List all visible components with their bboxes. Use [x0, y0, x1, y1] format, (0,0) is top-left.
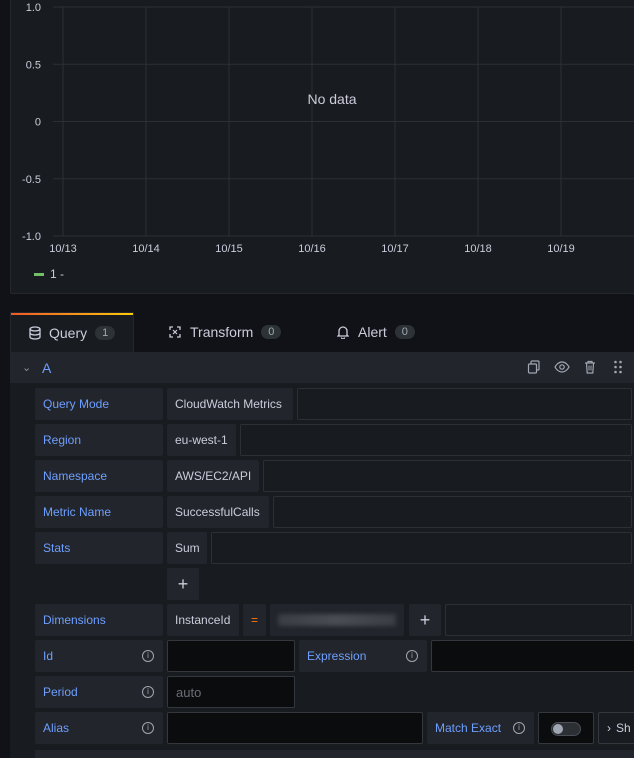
- x-tick-label: 10/17: [381, 243, 409, 255]
- x-tick-label: 10/18: [464, 243, 492, 255]
- stats-select[interactable]: Sum: [167, 532, 207, 564]
- editor-tabs: Query 1 Transform 0 Alert 0: [10, 312, 634, 352]
- toggle-knob: [553, 724, 563, 734]
- query-mode-filler: [297, 388, 632, 420]
- region-filler: [240, 424, 632, 456]
- dimension-value-select[interactable]: [270, 604, 404, 636]
- x-tick-label: 10/19: [547, 243, 575, 255]
- query-editor: ⌄ A Query Mode CloudWatch Metrics Region…: [10, 352, 634, 758]
- id-label: Id i: [35, 640, 163, 672]
- duplicate-icon[interactable]: [526, 359, 542, 375]
- x-tick-label: 10/14: [132, 243, 160, 255]
- chevron-down-icon[interactable]: ⌄: [22, 361, 31, 374]
- legend-label: 1 -: [50, 267, 65, 281]
- add-dimension-button[interactable]: +: [409, 604, 441, 636]
- info-icon[interactable]: i: [513, 722, 525, 734]
- y-tick-label: 1.0: [26, 2, 41, 14]
- alias-label-text: Alias: [43, 721, 70, 735]
- dimension-key-select[interactable]: InstanceId: [167, 604, 239, 636]
- expression-label-text: Expression: [307, 649, 367, 663]
- metric-name-label: Metric Name: [35, 496, 163, 528]
- drag-handle-icon[interactable]: [610, 359, 626, 375]
- stats-filler: [211, 532, 632, 564]
- namespace-row: Namespace AWS/EC2/API: [35, 460, 634, 492]
- show-more-button[interactable]: › Sh: [598, 712, 634, 744]
- tab-alert-label: Alert: [358, 324, 387, 340]
- alias-row: Alias i Match Exact i › Sh: [35, 712, 634, 744]
- namespace-select[interactable]: AWS/EC2/API: [167, 460, 259, 492]
- y-tick-label: 0: [35, 117, 41, 129]
- stats-label: Stats: [35, 532, 163, 564]
- tab-alert-count: 0: [394, 325, 415, 339]
- namespace-label: Namespace: [35, 460, 163, 492]
- metric-name-row: Metric Name SuccessfulCalls: [35, 496, 634, 528]
- chevron-right-icon: ›: [607, 721, 611, 735]
- tab-transform-label: Transform: [190, 324, 254, 340]
- period-label-text: Period: [43, 685, 78, 699]
- id-label-text: Id: [43, 649, 54, 663]
- y-tick-label: -1.0: [22, 231, 41, 243]
- tab-transform-count: 0: [261, 325, 282, 339]
- chart: 1.0 0.5 0 -0.5 -1.0 10/13 10/14 10/15 10/16 10/17…: [22, 2, 634, 255]
- query-mode-row: Query Mode CloudWatch Metrics: [35, 388, 634, 420]
- region-select[interactable]: eu-west-1: [167, 424, 236, 456]
- expression-label: Expression i: [299, 640, 427, 672]
- info-icon[interactable]: i: [142, 722, 154, 734]
- eye-icon[interactable]: [554, 359, 570, 375]
- graph-panel: 1.0 0.5 0 -0.5 -1.0 10/13 10/14 10/15 10/16 10/17…: [10, 0, 634, 294]
- stats-row: Stats Sum: [35, 532, 634, 564]
- x-tick-label: 10/13: [49, 243, 77, 255]
- alias-label: Alias i: [35, 712, 163, 744]
- tab-query-label: Query: [49, 324, 88, 341]
- toggle-track: [551, 722, 581, 736]
- query-mode-label: Query Mode: [35, 388, 163, 420]
- dimensions-row: Dimensions InstanceId = +: [35, 604, 634, 636]
- match-exact-label-text: Match Exact: [435, 721, 502, 735]
- show-more-label: Sh: [616, 721, 631, 735]
- query-header[interactable]: ⌄ A: [10, 353, 634, 383]
- period-row: Period i auto: [35, 676, 634, 708]
- metric-name-filler: [273, 496, 632, 528]
- region-row: Region eu-west-1: [35, 424, 634, 456]
- legend[interactable]: 1 -: [34, 267, 64, 281]
- period-input[interactable]: auto: [167, 676, 295, 708]
- alias-input[interactable]: [167, 712, 423, 744]
- tab-alert[interactable]: Alert 0: [318, 312, 433, 352]
- transform-icon: [168, 325, 182, 339]
- info-icon[interactable]: i: [406, 650, 418, 662]
- dimensions-label: Dimensions: [35, 604, 163, 636]
- tab-transform[interactable]: Transform 0: [150, 312, 299, 352]
- tab-query-count: 1: [95, 325, 116, 340]
- match-exact-toggle[interactable]: [538, 712, 594, 744]
- legend-swatch: [34, 272, 44, 276]
- id-row: Id i Expression i: [35, 640, 634, 672]
- add-stat-button[interactable]: +: [167, 568, 199, 600]
- tab-query[interactable]: Query 1: [10, 312, 134, 352]
- info-icon[interactable]: i: [142, 686, 154, 698]
- trash-icon[interactable]: [582, 359, 598, 375]
- no-data-message: No data: [307, 91, 356, 107]
- period-label: Period i: [35, 676, 163, 708]
- x-tick-label: 10/15: [215, 243, 243, 255]
- dimension-operator[interactable]: =: [243, 604, 266, 636]
- namespace-filler: [263, 460, 632, 492]
- info-icon[interactable]: i: [142, 650, 154, 662]
- redacted-value: [278, 614, 396, 626]
- y-tick-label: -0.5: [22, 174, 41, 186]
- database-icon: [29, 325, 41, 340]
- region-label: Region: [35, 424, 163, 456]
- query-mode-select[interactable]: CloudWatch Metrics: [167, 388, 293, 420]
- query-name[interactable]: A: [42, 360, 51, 376]
- dimensions-filler: [445, 604, 632, 636]
- match-exact-label: Match Exact i: [427, 712, 534, 744]
- id-input[interactable]: [167, 640, 295, 672]
- bell-icon: [336, 325, 350, 339]
- expression-input[interactable]: [431, 640, 634, 672]
- query-actions: [526, 359, 626, 375]
- metric-name-select[interactable]: SuccessfulCalls: [167, 496, 269, 528]
- x-tick-label: 10/16: [298, 243, 326, 255]
- y-tick-label: 0.5: [26, 59, 41, 71]
